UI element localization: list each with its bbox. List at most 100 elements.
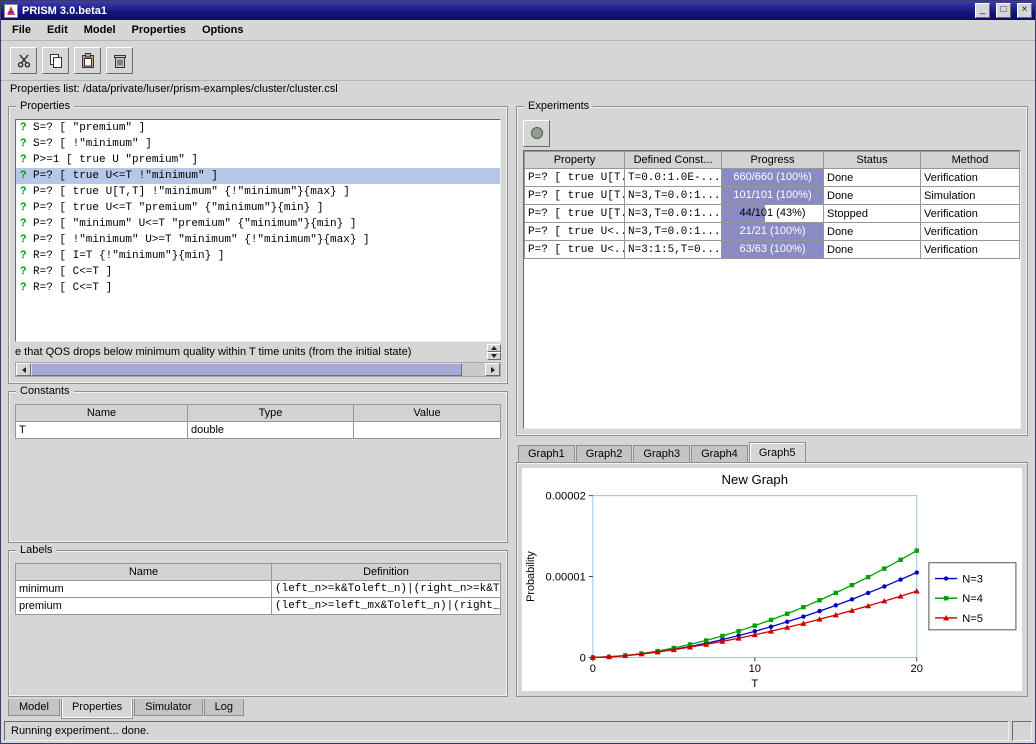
experiment-row[interactable]: P=? [ true U[T...N=3,T=0.0:1...101/101 (… <box>525 187 1020 205</box>
main-tab-simulator[interactable]: Simulator <box>134 699 202 716</box>
scrollbar-track[interactable] <box>31 363 485 376</box>
property-item[interactable]: ?P>=1 [ true U "premium" ] <box>16 152 500 168</box>
cut-button[interactable] <box>10 47 37 74</box>
experiment-method: Verification <box>921 169 1020 187</box>
property-item[interactable]: ?P=? [ "minimum" U<=T "premium" {"minimu… <box>16 216 500 232</box>
menu-file[interactable]: File <box>4 21 39 39</box>
table-row[interactable]: premium(left_n>=left_mx&Toleft_n)|(right… <box>16 598 501 615</box>
delete-icon <box>112 53 128 69</box>
minimize-button[interactable]: _ <box>975 3 990 18</box>
experiment-progress: 660/660 (100%) <box>722 169 824 187</box>
property-item[interactable]: ?P=? [ true U<=T "premium" {"minimum"}{m… <box>16 200 500 216</box>
spinner-up-button[interactable] <box>487 344 501 352</box>
experiment-method: Simulation <box>921 187 1020 205</box>
scroll-left-button[interactable] <box>16 363 31 376</box>
menu-model[interactable]: Model <box>76 21 124 39</box>
prism-window: PRISM 3.0.beta1 _ □ × FileEditModelPrope… <box>0 0 1036 744</box>
svg-text:0.00002: 0.00002 <box>546 491 586 503</box>
table-row[interactable]: minimum(left_n>=k&Toleft_n)|(right_n>=k&… <box>16 581 501 598</box>
property-text: P=? [ !"minimum" U>=T "minimum" {!"minim… <box>33 234 370 246</box>
graph-tab-graph1[interactable]: Graph1 <box>518 445 575 462</box>
column-header: Defined Const... <box>625 152 722 169</box>
graph-tab-graph3[interactable]: Graph3 <box>633 445 690 462</box>
maximize-button[interactable]: □ <box>996 3 1011 18</box>
scroll-right-button[interactable] <box>485 363 500 376</box>
menu-properties[interactable]: Properties <box>124 21 194 39</box>
experiment-status: Done <box>824 223 921 241</box>
property-item[interactable]: ?P=? [ !"minimum" U>=T "minimum" {!"mini… <box>16 232 500 248</box>
graph-tab-bar: Graph1Graph2Graph3Graph4Graph5 <box>516 442 1028 462</box>
table-row[interactable]: Tdouble <box>16 422 501 439</box>
main-tab-log[interactable]: Log <box>204 699 244 716</box>
property-item[interactable]: ?R=? [ C<=T ] <box>16 280 500 296</box>
main-toolbar <box>1 41 1035 81</box>
chart-area: New Graph0102000.000010.00002TProbabilit… <box>522 468 1022 691</box>
experiment-property: P=? [ true U[T... <box>525 205 625 223</box>
properties-list: ? S=? [ "premium" ] ?S=? [ !"minimum" ]?P>… <box>15 119 501 342</box>
delete-button[interactable] <box>106 47 133 74</box>
experiment-row[interactable]: P=? [ true U<...N=3:1:5,T=0...63/63 (100… <box>525 241 1020 259</box>
property-item[interactable]: ? R=? [ I=T {!"minimum"}{min} ] <box>16 248 500 264</box>
experiment-progress: 63/63 (100%) <box>722 241 824 259</box>
properties-group-title: Properties <box>16 100 74 112</box>
column-header: Progress <box>722 152 824 169</box>
experiment-row[interactable]: P=? [ true U<...N=3,T=0.0:1...21/21 (100… <box>525 223 1020 241</box>
constants-groupbox: Constants NameTypeValueTdouble <box>8 391 508 543</box>
property-item[interactable]: ?P=? [ true U[T,T] !"minimum" {!"minimum… <box>16 184 500 200</box>
window-title: PRISM 3.0.beta1 <box>22 5 969 17</box>
line-chart: New Graph0102000.000010.00002TProbabilit… <box>522 468 1022 691</box>
main-tab-model[interactable]: Model <box>8 699 60 716</box>
status-corner <box>1012 721 1032 741</box>
question-mark-icon: ? <box>20 170 28 182</box>
stop-experiment-button[interactable] <box>523 120 550 147</box>
experiment-status: Done <box>824 241 921 259</box>
paste-button[interactable] <box>74 47 101 74</box>
properties-groupbox: Properties ?S=? [ "premium" ]?S=? [ !"mi… <box>8 106 508 384</box>
property-text: S=? [ "premium" ] <box>33 122 145 134</box>
experiment-row[interactable]: P=? [ true U[T...T=0.0:1.0E-...660/660 (… <box>525 169 1020 187</box>
spinner-down-button[interactable] <box>487 352 501 360</box>
main-area: Properties ? S=? [ "premium" ] ?S=? [ !"mi… <box>1 98 1035 699</box>
question-mark-icon: ? <box>20 250 28 262</box>
experiment-constants: N=3,T=0.0:1... <box>625 223 722 241</box>
question-mark-icon: ? <box>20 154 28 166</box>
question-mark-icon: ? <box>20 186 28 198</box>
graph-tab-graph5[interactable]: Graph5 <box>749 442 806 462</box>
menu-edit[interactable]: Edit <box>39 21 76 39</box>
experiments-group-title: Experiments <box>524 100 593 112</box>
menu-options[interactable]: Options <box>194 21 252 39</box>
progress-text: 63/63 (100%) <box>722 241 823 258</box>
experiment-constants: N=3:1:5,T=0... <box>625 241 722 259</box>
experiment-constants: N=3,T=0.0:1... <box>625 205 722 223</box>
question-mark-icon: ? <box>20 122 28 134</box>
title-bar[interactable]: PRISM 3.0.beta1 _ □ × <box>1 1 1035 20</box>
experiment-property: P=? [ true U<... <box>525 223 625 241</box>
question-mark-icon: ? <box>20 138 28 150</box>
svg-text:0: 0 <box>580 653 586 665</box>
property-item[interactable]: ?R=? [ C<=T ] <box>16 264 500 280</box>
property-item[interactable]: ? S=? [ "premium" ] <box>16 120 500 136</box>
table-cell: minimum <box>16 581 272 598</box>
question-mark-icon: ? <box>20 218 28 230</box>
property-text: R=? [ I=T {!"minimum"}{min} ] <box>33 250 224 262</box>
main-tab-properties[interactable]: Properties <box>61 699 133 719</box>
left-column: Properties ?S=? [ "premium" ]?S=? [ !"mi… <box>8 106 508 697</box>
close-button[interactable]: × <box>1017 3 1032 18</box>
graph-tab-graph2[interactable]: Graph2 <box>576 445 633 462</box>
table-cell: premium <box>16 598 272 615</box>
scrollbar-thumb[interactable] <box>31 363 462 376</box>
svg-text:0.00001: 0.00001 <box>546 572 586 584</box>
experiment-progress: 44/101 (43%) <box>722 205 824 223</box>
status-message: Running experiment... done. <box>4 721 1009 741</box>
experiment-row[interactable]: P=? [ true U[T...N=3,T=0.0:1...44/101 (4… <box>525 205 1020 223</box>
experiment-progress: 101/101 (100%) <box>722 187 824 205</box>
property-item[interactable]: ?P=? [ true U<=T !"minimum" ] <box>16 168 500 184</box>
prism-app-icon <box>4 4 18 18</box>
table-cell: (left_n>=left_mx&Toleft_n)|(right_n>=r..… <box>272 598 501 615</box>
stop-experiment-icon <box>529 125 545 141</box>
experiment-method: Verification <box>921 223 1020 241</box>
property-item[interactable]: ?S=? [ !"minimum" ] <box>16 136 500 152</box>
svg-text:10: 10 <box>749 663 761 675</box>
copy-button[interactable] <box>42 47 69 74</box>
graph-tab-graph4[interactable]: Graph4 <box>691 445 748 462</box>
